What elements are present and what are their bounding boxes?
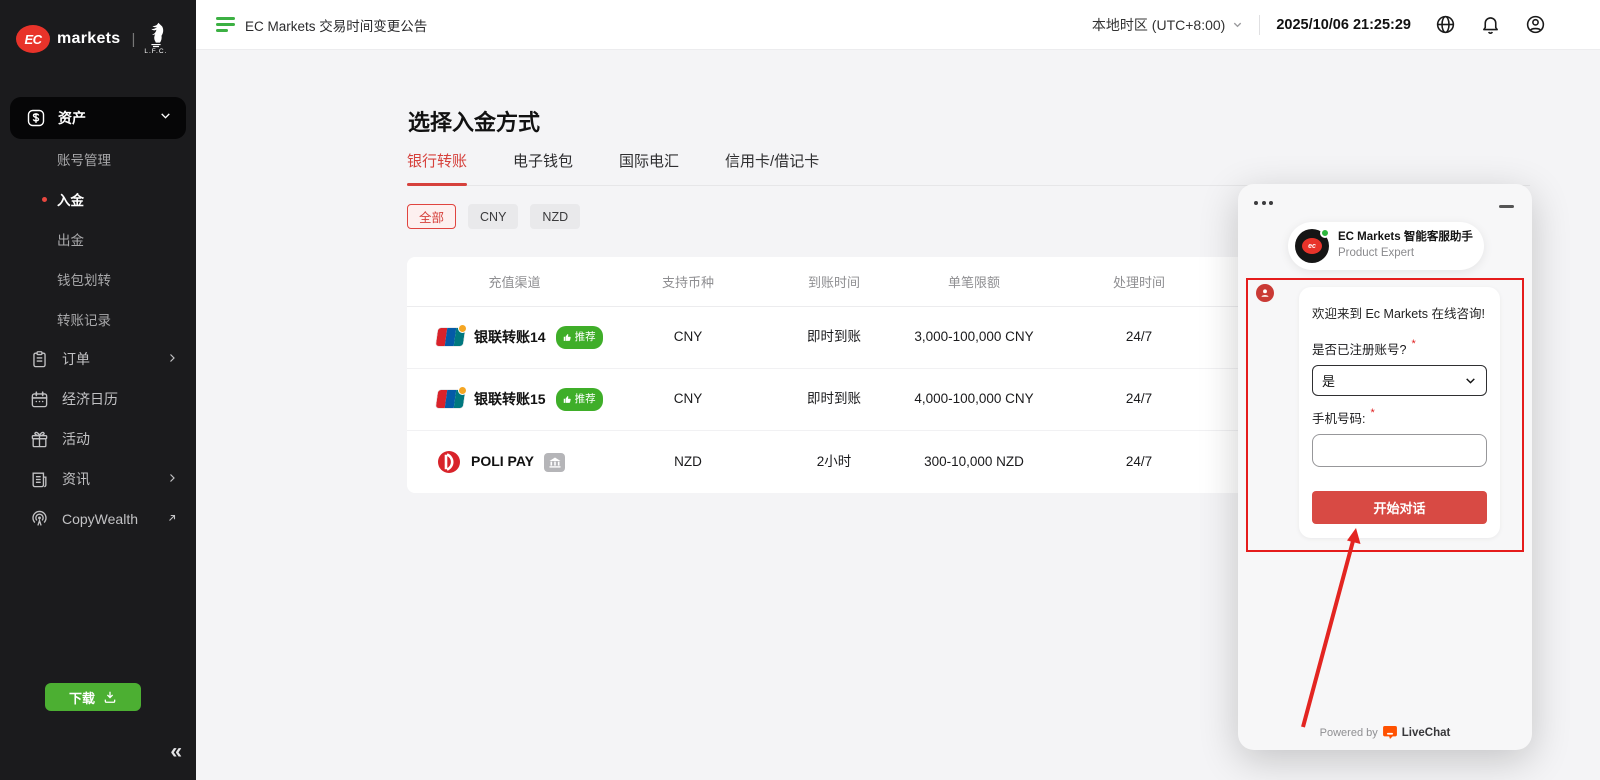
chevron-right-icon bbox=[166, 351, 178, 367]
sidebar-item-orders[interactable]: 订单 bbox=[0, 339, 196, 379]
download-button[interactable]: 下载 bbox=[45, 683, 141, 711]
chevron-down-icon bbox=[1464, 374, 1477, 387]
news-icon bbox=[30, 470, 49, 489]
sidebar-item-account-management[interactable]: 账号管理 bbox=[0, 139, 196, 179]
sidebar-item-economic-calendar[interactable]: 经济日历 bbox=[0, 379, 196, 419]
notifications-bell-icon[interactable] bbox=[1480, 14, 1501, 35]
thumbs-up-icon bbox=[563, 395, 572, 404]
registered-question-label: 是否已注册账号? * bbox=[1312, 339, 1487, 358]
sidebar: EC markets | L.F.C. 资产 账号管理 入金 出金 钱包划 bbox=[0, 0, 196, 780]
currency-filters: 全部 CNY NZD bbox=[407, 204, 580, 229]
agent-avatar: ec bbox=[1295, 229, 1329, 263]
brand-name: markets bbox=[57, 30, 120, 48]
medal-badge-icon bbox=[458, 324, 467, 333]
livechat-icon bbox=[1383, 726, 1397, 739]
sidebar-item-withdraw[interactable]: 出金 bbox=[0, 219, 196, 259]
brand: EC markets | L.F.C. bbox=[0, 0, 196, 64]
bank-badge bbox=[544, 453, 565, 472]
required-asterisk: * bbox=[1370, 407, 1374, 426]
poli-pay-icon bbox=[437, 450, 461, 474]
recommended-badge: 推荐 bbox=[556, 388, 603, 410]
livechat-widget: ec EC Markets 智能客服助手 Product Expert 欢迎来到… bbox=[1238, 184, 1532, 750]
caret-down-icon bbox=[1232, 19, 1243, 30]
sidebar-item-assets[interactable]: 资产 bbox=[10, 97, 186, 139]
phone-input[interactable] bbox=[1312, 434, 1487, 467]
divider bbox=[1259, 15, 1260, 35]
announcement-menu-icon bbox=[216, 17, 235, 32]
tab-e-wallet[interactable]: 电子钱包 bbox=[513, 150, 573, 185]
ec-logo-icon: EC bbox=[16, 25, 50, 53]
timezone-selector[interactable]: 本地时区 (UTC+8:00) bbox=[1092, 15, 1243, 35]
sidebar-item-news[interactable]: 资讯 bbox=[0, 459, 196, 499]
server-datetime: 2025/10/06 21:25:29 bbox=[1276, 17, 1411, 33]
tab-credit-debit-card[interactable]: 信用卡/借记卡 bbox=[725, 150, 819, 185]
dollar-square-icon bbox=[26, 108, 46, 128]
chevron-right-icon bbox=[166, 471, 178, 487]
user-account-icon[interactable] bbox=[1525, 14, 1546, 35]
prechat-form: 欢迎来到 Ec Markets 在线咨询! 是否已注册账号? * 是 手机号码:… bbox=[1299, 287, 1500, 538]
chevron-down-icon bbox=[159, 109, 172, 127]
lfc-liverbird-logo: L.F.C. bbox=[144, 22, 167, 56]
sidebar-collapse-button[interactable]: « bbox=[170, 741, 182, 762]
brand-divider: | bbox=[131, 31, 135, 48]
announcement-text: EC Markets 交易时间变更公告 bbox=[245, 15, 427, 35]
unionpay-icon bbox=[437, 328, 464, 346]
registered-select[interactable]: 是 bbox=[1312, 365, 1487, 396]
chat-minimize-button[interactable] bbox=[1499, 205, 1514, 208]
liverbird-icon bbox=[145, 22, 167, 48]
topbar: EC Markets 交易时间变更公告 本地时区 (UTC+8:00) 2025… bbox=[196, 0, 1600, 50]
start-chat-button[interactable]: 开始对话 bbox=[1312, 491, 1487, 524]
chat-options-button[interactable] bbox=[1254, 201, 1273, 205]
agent-card: ec EC Markets 智能客服助手 Product Expert bbox=[1288, 222, 1484, 270]
online-status-dot bbox=[1320, 228, 1330, 238]
download-icon bbox=[103, 690, 117, 704]
phone-label: 手机号码: * bbox=[1312, 408, 1487, 427]
filter-all[interactable]: 全部 bbox=[407, 204, 456, 229]
unionpay-icon bbox=[437, 390, 464, 408]
announcement-link[interactable]: EC Markets 交易时间变更公告 bbox=[216, 15, 427, 35]
annotation-box: 欢迎来到 Ec Markets 在线咨询! 是否已注册账号? * 是 手机号码:… bbox=[1246, 278, 1524, 552]
sidebar-item-label: 资产 bbox=[58, 108, 86, 128]
thumbs-up-icon bbox=[563, 333, 572, 342]
page-title: 选择入金方式 bbox=[408, 105, 540, 137]
visitor-avatar bbox=[1256, 284, 1274, 302]
sidebar-item-wallet-transfer[interactable]: 钱包划转 bbox=[0, 259, 196, 299]
active-dot bbox=[42, 197, 47, 202]
powered-by: Powered by LiveChat bbox=[1238, 726, 1532, 739]
calendar-icon bbox=[30, 390, 49, 409]
required-asterisk: * bbox=[1411, 338, 1415, 357]
filter-cny[interactable]: CNY bbox=[468, 204, 518, 229]
recommended-badge: 推荐 bbox=[556, 326, 603, 348]
welcome-message: 欢迎来到 Ec Markets 在线咨询! bbox=[1312, 303, 1487, 322]
sidebar-item-activities[interactable]: 活动 bbox=[0, 419, 196, 459]
gift-icon bbox=[30, 430, 49, 449]
sidebar-item-deposit[interactable]: 入金 bbox=[0, 179, 196, 219]
medal-badge-icon bbox=[458, 386, 467, 395]
clipboard-icon bbox=[30, 350, 49, 369]
tab-bank-transfer[interactable]: 银行转账 bbox=[407, 150, 467, 185]
person-icon bbox=[1260, 288, 1270, 298]
broadcast-icon bbox=[30, 510, 49, 529]
language-globe-icon[interactable] bbox=[1435, 14, 1456, 35]
bank-icon bbox=[549, 457, 561, 468]
sidebar-item-transfer-records[interactable]: 转账记录 bbox=[0, 299, 196, 339]
tab-international-wire[interactable]: 国际电汇 bbox=[619, 150, 679, 185]
sidebar-item-copywealth[interactable]: CopyWealth bbox=[0, 499, 196, 539]
deposit-method-tabs: 银行转账 电子钱包 国际电汇 信用卡/借记卡 bbox=[407, 150, 1530, 186]
external-link-icon bbox=[166, 511, 178, 527]
filter-nzd[interactable]: NZD bbox=[530, 204, 580, 229]
